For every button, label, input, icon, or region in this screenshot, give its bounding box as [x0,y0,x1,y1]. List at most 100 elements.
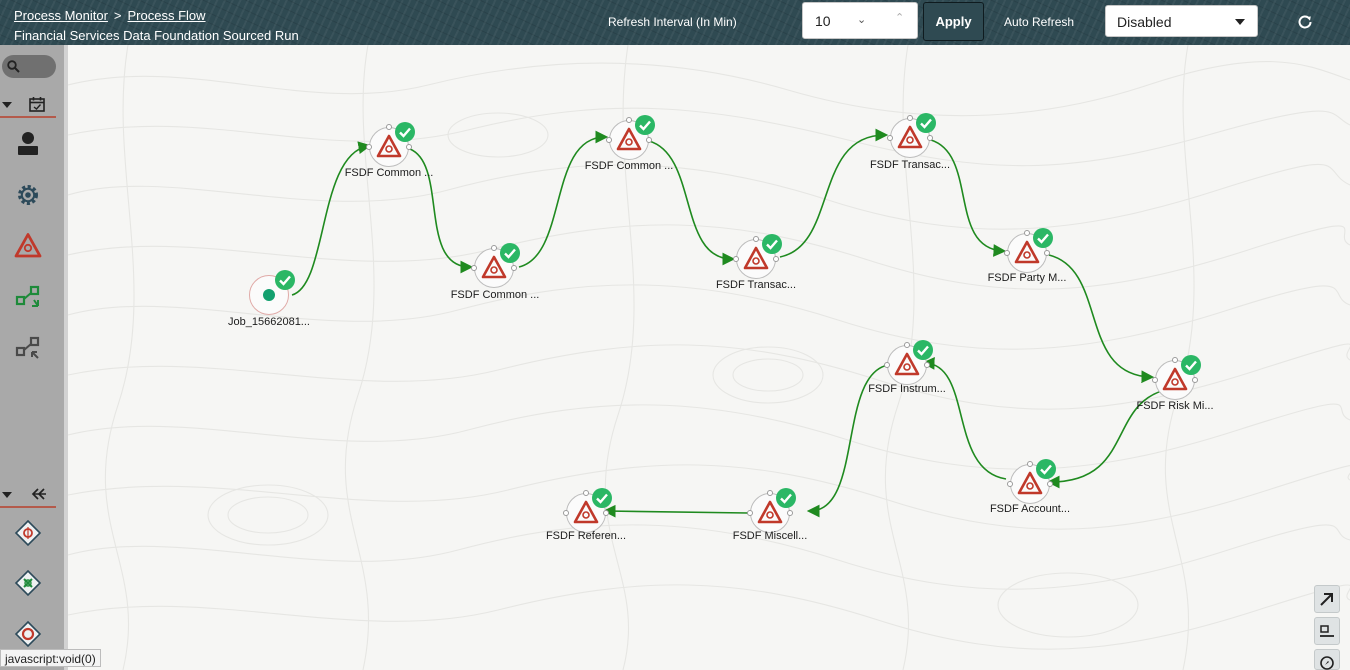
double-chevron-left-icon[interactable] [30,487,46,501]
node-port[interactable] [887,135,893,141]
node-port[interactable] [773,256,779,262]
node-port[interactable] [511,265,517,271]
arrow-up-right-icon [1320,593,1333,606]
refresh-icon[interactable] [1296,13,1314,31]
node-port[interactable] [904,342,910,348]
flow-node-n6[interactable] [1004,228,1053,273]
node-port[interactable] [1044,250,1050,256]
calendar-icon [29,97,45,112]
align-button[interactable] [1314,617,1340,645]
process-flow-app: Process Monitor > Process Flow Financial S… [0,0,1350,670]
node-port[interactable] [733,256,739,262]
edge-n2-to-n3 [518,130,609,268]
decision-gateway-icon[interactable] [14,519,42,547]
check-success-icon [776,488,796,508]
node-port[interactable] [603,510,609,516]
node-label-n7: FSDF Risk Mi... [1136,400,1214,412]
edge-n8-to-n9 [921,357,1007,480]
refresh-interval-label: Refresh Interval (In Min) [608,15,737,29]
check-success-icon [275,270,295,290]
node-port[interactable] [406,144,412,150]
node-port[interactable] [753,236,759,242]
node-port[interactable] [884,362,890,368]
auto-refresh-select[interactable]: Disabled [1105,5,1258,37]
open-overview-button[interactable] [1314,585,1340,613]
collapse-flow-icon[interactable] [14,334,42,362]
flow-node-n2[interactable] [471,243,520,288]
node-port[interactable] [927,135,933,141]
chevron-down-icon [1235,19,1245,25]
node-port[interactable] [924,362,930,368]
flow-node-n10[interactable] [747,488,796,533]
palette-section-header-connectors[interactable] [0,482,56,508]
node-port[interactable] [747,510,753,516]
page-subtitle: Financial Services Data Foundation Sourc… [14,28,299,43]
status-bar-url: javascript:void(0) [0,649,101,667]
breadcrumb-process-flow[interactable]: Process Flow [128,8,206,23]
node-port[interactable] [471,265,477,271]
check-success-icon [762,234,782,254]
node-port[interactable] [563,510,569,516]
node-port[interactable] [767,490,773,496]
apply-button[interactable]: Apply [923,2,984,41]
flow-node-n9[interactable] [884,340,933,385]
node-label-n6: FSDF Party M... [987,272,1067,284]
header-bar: Process Monitor > Process Flow Financial S… [0,0,1350,45]
palette-section-header-components[interactable] [0,92,56,118]
node-port[interactable] [386,124,392,130]
node-port[interactable] [1172,357,1178,363]
end-gateway-icon[interactable] [14,620,42,648]
node-port[interactable] [1192,377,1198,383]
merge-gateway-icon[interactable] [14,569,42,597]
node-port[interactable] [626,117,632,123]
gear-icon[interactable] [14,181,42,209]
flow-node-n5[interactable] [887,113,936,158]
check-success-icon [1036,459,1056,479]
node-port[interactable] [1027,461,1033,467]
node-port[interactable] [646,137,652,143]
node-port[interactable] [1004,250,1010,256]
collapse-triangle-icon[interactable] [2,102,12,108]
refresh-interval-input[interactable]: 10 ⌄ ⌃ [802,2,918,39]
node-port[interactable] [1047,481,1053,487]
node-label-n10: FSDF Miscell... [732,530,808,542]
node-label-n4: FSDF Transac... [715,279,797,291]
auto-refresh-label: Auto Refresh [1004,15,1075,29]
breadcrumb-process-monitor[interactable]: Process Monitor [14,8,108,23]
node-port[interactable] [606,137,612,143]
flow-node-n3[interactable] [606,115,655,160]
flow-node-start[interactable] [249,270,295,315]
user-icon[interactable] [14,129,42,157]
flow-node-n4[interactable] [733,234,782,279]
node-port[interactable] [583,490,589,496]
increment-icon[interactable]: ⌃ [895,11,904,24]
decrement-icon[interactable]: ⌄ [857,13,866,26]
flow-node-n11[interactable] [563,488,612,533]
check-success-icon [635,115,655,135]
flow-node-n1[interactable] [366,122,415,167]
warning-task-icon[interactable] [14,232,42,260]
node-port[interactable] [907,115,913,121]
check-success-icon [1181,355,1201,375]
node-port[interactable] [1024,230,1030,236]
flow-node-n7[interactable] [1152,355,1201,400]
check-success-icon [395,122,415,142]
node-port[interactable] [1152,377,1158,383]
process-flow-canvas[interactable]: Job_15662081... FSDF Common ... FSDF Com… [68,45,1350,670]
node-port[interactable] [1007,481,1013,487]
edge-n10-to-n11 [602,504,749,518]
expand-flow-icon[interactable] [14,283,42,311]
node-label-n9: FSDF Instrum... [868,383,946,395]
component-palette [0,45,64,670]
node-label-n11: FSDF Referen... [545,530,627,542]
palette-search-input[interactable] [2,55,56,78]
compass-button[interactable] [1314,649,1340,670]
collapse-triangle-icon[interactable] [2,492,12,498]
node-port[interactable] [366,144,372,150]
check-success-icon [1033,228,1053,248]
check-success-icon [913,340,933,360]
auto-refresh-value: Disabled [1117,14,1172,30]
flow-node-n8[interactable] [1007,459,1056,504]
node-port[interactable] [491,245,497,251]
node-port[interactable] [787,510,793,516]
